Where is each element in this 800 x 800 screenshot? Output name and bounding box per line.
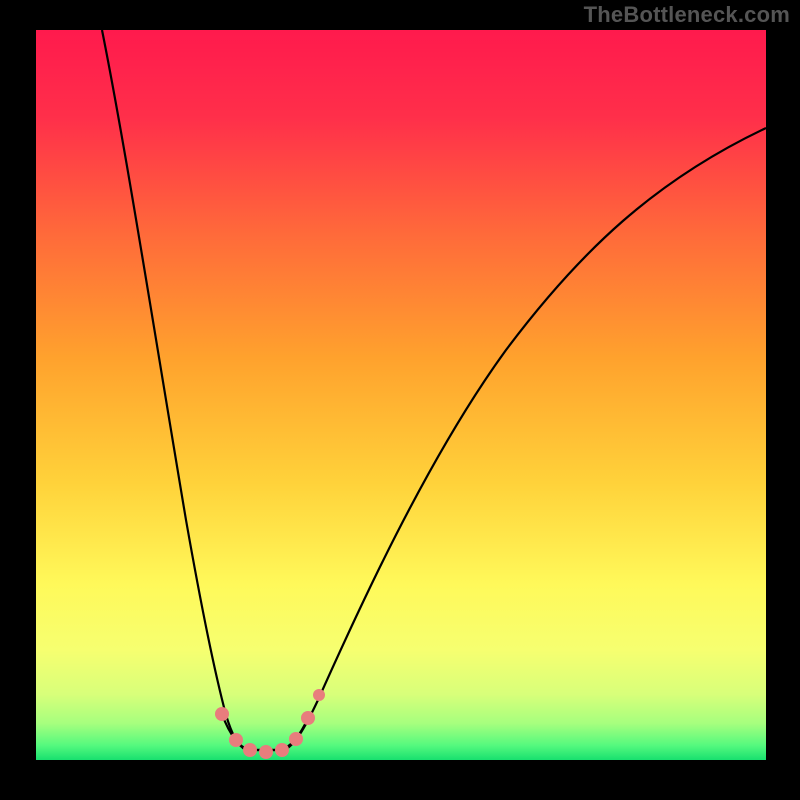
chart-plot-area (36, 30, 766, 760)
bottleneck-curve (36, 30, 766, 760)
watermark-text: TheBottleneck.com (584, 2, 790, 28)
